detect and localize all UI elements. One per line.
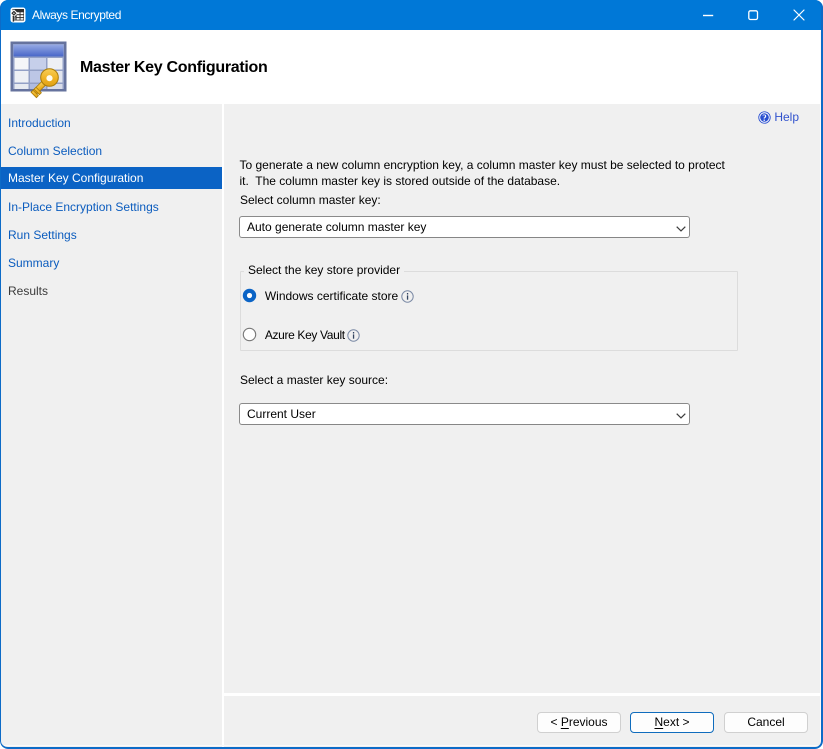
svg-text:?: ? <box>763 112 767 122</box>
